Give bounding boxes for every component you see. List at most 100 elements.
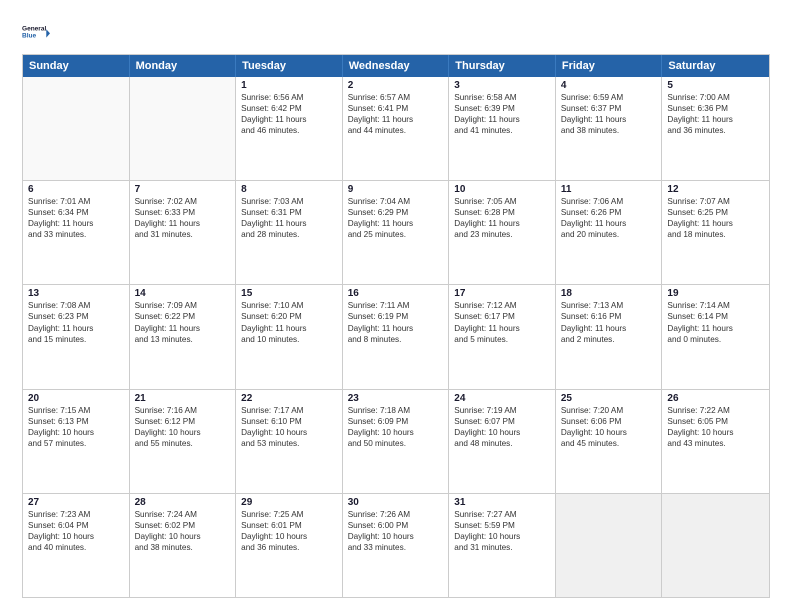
- cell-line: Daylight: 10 hours: [28, 531, 124, 542]
- calendar-cell: 18Sunrise: 7:13 AMSunset: 6:16 PMDayligh…: [556, 285, 663, 388]
- cell-line: Daylight: 10 hours: [241, 531, 337, 542]
- cell-line: Sunrise: 7:23 AM: [28, 509, 124, 520]
- cell-line: Sunset: 6:20 PM: [241, 311, 337, 322]
- day-number: 20: [28, 393, 124, 404]
- cell-line: Sunrise: 7:00 AM: [667, 92, 764, 103]
- cell-line: Sunset: 6:41 PM: [348, 103, 444, 114]
- cell-line: Daylight: 11 hours: [454, 218, 550, 229]
- cell-line: and 44 minutes.: [348, 125, 444, 136]
- day-number: 8: [241, 184, 337, 195]
- cell-line: Daylight: 11 hours: [667, 114, 764, 125]
- cell-line: and 40 minutes.: [28, 542, 124, 553]
- day-number: 18: [561, 288, 657, 299]
- cell-line: Daylight: 10 hours: [241, 427, 337, 438]
- logo-icon: GeneralBlue: [22, 18, 50, 46]
- cell-line: Sunrise: 7:09 AM: [135, 300, 231, 311]
- cell-line: Sunrise: 7:07 AM: [667, 196, 764, 207]
- calendar-cell: 4Sunrise: 6:59 AMSunset: 6:37 PMDaylight…: [556, 77, 663, 180]
- cell-line: Daylight: 11 hours: [348, 114, 444, 125]
- calendar-cell: 8Sunrise: 7:03 AMSunset: 6:31 PMDaylight…: [236, 181, 343, 284]
- cell-line: Sunset: 6:10 PM: [241, 416, 337, 427]
- cell-line: Daylight: 11 hours: [241, 114, 337, 125]
- cell-line: Sunset: 6:25 PM: [667, 207, 764, 218]
- cell-line: Sunset: 5:59 PM: [454, 520, 550, 531]
- cell-line: and 53 minutes.: [241, 438, 337, 449]
- cell-line: Daylight: 10 hours: [135, 531, 231, 542]
- page: GeneralBlue SundayMondayTuesdayWednesday…: [0, 0, 792, 612]
- cell-line: Sunset: 6:39 PM: [454, 103, 550, 114]
- cell-line: Sunrise: 7:15 AM: [28, 405, 124, 416]
- cell-line: and 36 minutes.: [667, 125, 764, 136]
- cell-line: Sunrise: 7:01 AM: [28, 196, 124, 207]
- cell-line: Sunset: 6:12 PM: [135, 416, 231, 427]
- svg-text:General: General: [22, 26, 46, 33]
- calendar-cell: 16Sunrise: 7:11 AMSunset: 6:19 PMDayligh…: [343, 285, 450, 388]
- day-number: 2: [348, 80, 444, 91]
- calendar-cell: 24Sunrise: 7:19 AMSunset: 6:07 PMDayligh…: [449, 390, 556, 493]
- cell-line: Daylight: 10 hours: [348, 531, 444, 542]
- header: GeneralBlue: [22, 18, 770, 46]
- calendar-cell: 26Sunrise: 7:22 AMSunset: 6:05 PMDayligh…: [662, 390, 769, 493]
- cell-line: Daylight: 10 hours: [667, 427, 764, 438]
- cell-line: Sunset: 6:29 PM: [348, 207, 444, 218]
- cell-line: Daylight: 11 hours: [241, 323, 337, 334]
- day-number: 6: [28, 184, 124, 195]
- calendar-cell: 9Sunrise: 7:04 AMSunset: 6:29 PMDaylight…: [343, 181, 450, 284]
- calendar-cell: 17Sunrise: 7:12 AMSunset: 6:17 PMDayligh…: [449, 285, 556, 388]
- day-number: 1: [241, 80, 337, 91]
- cell-line: Sunrise: 7:08 AM: [28, 300, 124, 311]
- calendar-cell: [662, 494, 769, 597]
- cell-line: Sunset: 6:07 PM: [454, 416, 550, 427]
- calendar-row: 13Sunrise: 7:08 AMSunset: 6:23 PMDayligh…: [23, 285, 769, 389]
- cell-line: Sunset: 6:06 PM: [561, 416, 657, 427]
- weekday-header: Saturday: [662, 55, 769, 77]
- day-number: 27: [28, 497, 124, 508]
- calendar-cell: 15Sunrise: 7:10 AMSunset: 6:20 PMDayligh…: [236, 285, 343, 388]
- cell-line: Sunset: 6:33 PM: [135, 207, 231, 218]
- calendar-cell: 12Sunrise: 7:07 AMSunset: 6:25 PMDayligh…: [662, 181, 769, 284]
- cell-line: Sunrise: 6:59 AM: [561, 92, 657, 103]
- calendar-cell: 29Sunrise: 7:25 AMSunset: 6:01 PMDayligh…: [236, 494, 343, 597]
- calendar-row: 1Sunrise: 6:56 AMSunset: 6:42 PMDaylight…: [23, 77, 769, 181]
- cell-line: and 20 minutes.: [561, 229, 657, 240]
- cell-line: Daylight: 11 hours: [561, 218, 657, 229]
- cell-line: and 33 minutes.: [28, 229, 124, 240]
- cell-line: and 38 minutes.: [561, 125, 657, 136]
- cell-line: Sunrise: 7:11 AM: [348, 300, 444, 311]
- logo: GeneralBlue: [22, 18, 50, 46]
- cell-line: Sunrise: 7:24 AM: [135, 509, 231, 520]
- cell-line: Daylight: 11 hours: [135, 218, 231, 229]
- calendar-cell: 23Sunrise: 7:18 AMSunset: 6:09 PMDayligh…: [343, 390, 450, 493]
- cell-line: Daylight: 11 hours: [135, 323, 231, 334]
- calendar-cell: 2Sunrise: 6:57 AMSunset: 6:41 PMDaylight…: [343, 77, 450, 180]
- svg-text:Blue: Blue: [22, 33, 36, 40]
- cell-line: and 31 minutes.: [454, 542, 550, 553]
- day-number: 12: [667, 184, 764, 195]
- calendar-cell: 3Sunrise: 6:58 AMSunset: 6:39 PMDaylight…: [449, 77, 556, 180]
- cell-line: Sunset: 6:16 PM: [561, 311, 657, 322]
- calendar: SundayMondayTuesdayWednesdayThursdayFrid…: [22, 54, 770, 598]
- cell-line: and 50 minutes.: [348, 438, 444, 449]
- cell-line: Sunrise: 6:56 AM: [241, 92, 337, 103]
- cell-line: Daylight: 11 hours: [454, 114, 550, 125]
- calendar-cell: 7Sunrise: 7:02 AMSunset: 6:33 PMDaylight…: [130, 181, 237, 284]
- day-number: 14: [135, 288, 231, 299]
- cell-line: and 28 minutes.: [241, 229, 337, 240]
- calendar-cell: 14Sunrise: 7:09 AMSunset: 6:22 PMDayligh…: [130, 285, 237, 388]
- cell-line: Sunset: 6:28 PM: [454, 207, 550, 218]
- cell-line: Daylight: 11 hours: [348, 218, 444, 229]
- cell-line: Sunset: 6:19 PM: [348, 311, 444, 322]
- cell-line: and 25 minutes.: [348, 229, 444, 240]
- cell-line: Daylight: 10 hours: [28, 427, 124, 438]
- cell-line: Sunrise: 7:12 AM: [454, 300, 550, 311]
- weekday-header: Thursday: [449, 55, 556, 77]
- cell-line: and 55 minutes.: [135, 438, 231, 449]
- cell-line: and 10 minutes.: [241, 334, 337, 345]
- cell-line: Daylight: 10 hours: [454, 427, 550, 438]
- calendar-cell: 30Sunrise: 7:26 AMSunset: 6:00 PMDayligh…: [343, 494, 450, 597]
- cell-line: and 2 minutes.: [561, 334, 657, 345]
- cell-line: Sunrise: 7:03 AM: [241, 196, 337, 207]
- calendar-cell: 10Sunrise: 7:05 AMSunset: 6:28 PMDayligh…: [449, 181, 556, 284]
- cell-line: Daylight: 10 hours: [348, 427, 444, 438]
- calendar-cell: 22Sunrise: 7:17 AMSunset: 6:10 PMDayligh…: [236, 390, 343, 493]
